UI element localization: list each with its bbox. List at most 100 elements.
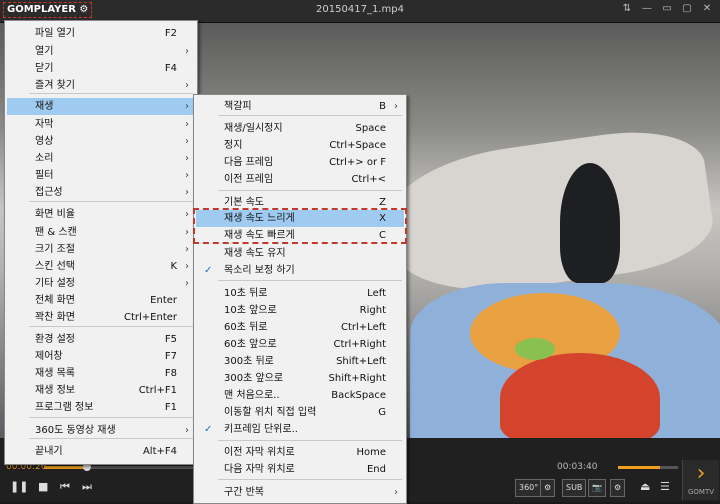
menu-item-label: 전체 화면	[35, 295, 75, 306]
previous-icon[interactable]: ⏮	[60, 480, 70, 494]
play-submenu-item[interactable]: 이전 프레임 Ctrl+<	[196, 171, 404, 188]
menu-item-label: 60초 뒤로	[224, 322, 268, 333]
menu-item-shortcut: Home	[356, 447, 386, 458]
play-submenu-item[interactable]: 10초 앞으로 Right	[196, 302, 404, 319]
menu-item-label: 다음 프레임	[224, 157, 274, 168]
play-submenu-item[interactable]: 책갈피 B ›	[196, 98, 404, 115]
main-menu-item[interactable]: 프로그램 정보 F1	[7, 399, 195, 416]
menu-item-label: 프로그램 정보	[35, 402, 94, 413]
main-menu-item[interactable]: 즐겨 찾기 ›	[7, 77, 195, 94]
menu-separator	[218, 115, 402, 116]
restore-icon[interactable]: ▭	[660, 3, 674, 14]
main-menu-item[interactable]: 꽉찬 화면 Ctrl+Enter	[7, 309, 195, 326]
menu-item-shortcut: End	[366, 464, 386, 475]
menu-item-label: 파일 열기	[35, 28, 75, 39]
menu-item-label: 다음 자막 위치로	[224, 464, 295, 475]
eject-icon[interactable]: ⏏	[640, 480, 650, 493]
main-menu-item[interactable]: 영상 ›	[7, 133, 195, 150]
menu-item-label: 영상	[35, 136, 54, 147]
menu-item-shortcut: F2	[164, 28, 177, 39]
menu-item-label: 팬 & 스캔	[35, 227, 77, 238]
pause-icon[interactable]: ❚❚	[10, 480, 28, 493]
menu-item-shortcut: Ctrl+Space	[329, 140, 386, 151]
settings-icon[interactable]: ⚙	[540, 479, 556, 497]
menu-item-label: 크기 조절	[35, 244, 75, 255]
360-video-button[interactable]: 360°	[515, 479, 543, 497]
menu-separator	[29, 438, 193, 439]
stop-icon[interactable]: ■	[38, 480, 48, 493]
play-submenu-item[interactable]: 300초 앞으로 Shift+Right	[196, 370, 404, 387]
main-menu-item[interactable]: 기타 설정 ›	[7, 275, 195, 292]
menu-item-shortcut: Alt+F4	[142, 446, 177, 457]
main-menu-item[interactable]: 재생 목록 F8	[7, 365, 195, 382]
chevron-right-icon: ›	[185, 187, 189, 198]
menu-item-shortcut: Ctrl+Left	[341, 322, 386, 333]
main-menu-item[interactable]: 스킨 선택 K ›	[7, 258, 195, 275]
play-submenu-item[interactable]: 다음 자막 위치로 End	[196, 461, 404, 478]
main-menu-item[interactable]: 환경 설정 F5	[7, 331, 195, 348]
main-menu-item[interactable]: 크기 조절 ›	[7, 241, 195, 258]
play-submenu-item[interactable]: ✓ 목소리 보정 하기	[196, 262, 404, 279]
play-submenu-item[interactable]: 이전 자막 위치로 Home	[196, 444, 404, 461]
chevron-right-icon: ›	[185, 425, 189, 436]
main-menu-item[interactable]: 제어창 F7	[7, 348, 195, 365]
play-submenu-item[interactable]: 이동할 위치 직접 입력 G	[196, 404, 404, 421]
main-menu-item[interactable]: 화면 비율 ›	[7, 206, 195, 223]
main-menu-item[interactable]: 필터 ›	[7, 167, 195, 184]
menu-separator	[218, 440, 402, 441]
gomtv-label: GOMTV	[687, 488, 715, 496]
play-submenu-item[interactable]: ✓ 키프레임 단위로..	[196, 421, 404, 438]
video-green-spot	[515, 338, 555, 360]
play-submenu-item[interactable]: 300초 뒤로 Shift+Left	[196, 353, 404, 370]
play-submenu-item[interactable]: 재생/일시정지 Space	[196, 120, 404, 137]
play-submenu-item[interactable]: 60초 뒤로 Ctrl+Left	[196, 319, 404, 336]
main-menu-item[interactable]: 재생 정보 Ctrl+F1	[7, 382, 195, 399]
gomtv-button[interactable]: › GOMTV	[682, 460, 719, 500]
menu-item-shortcut: Ctrl+<	[351, 174, 386, 185]
play-submenu-item[interactable]: 60초 앞으로 Ctrl+Right	[196, 336, 404, 353]
menu-item-label: 제어창	[35, 351, 63, 362]
play-submenu-item[interactable]: 구간 반복 ›	[196, 484, 404, 501]
close-icon[interactable]: ✕	[700, 3, 714, 14]
menu-item-label: 목소리 보정 하기	[224, 265, 295, 276]
chevron-right-icon: ›	[185, 244, 189, 255]
play-submenu-item[interactable]: 10초 뒤로 Left	[196, 285, 404, 302]
menu-item-shortcut: Ctrl+Right	[333, 339, 386, 350]
menu-item-label: 10초 앞으로	[224, 305, 277, 316]
main-menu-item[interactable]: 열기 ›	[7, 43, 195, 60]
main-menu-item[interactable]: 자막 ›	[7, 116, 195, 133]
subtitle-button[interactable]: SUB	[562, 479, 587, 497]
chevron-right-icon: ›	[185, 136, 189, 147]
pin-icon[interactable]: ⇅	[620, 3, 634, 14]
chevron-right-icon: ›	[185, 80, 189, 91]
menu-separator	[29, 417, 193, 418]
minimize-icon[interactable]: —	[640, 3, 654, 14]
playlist-icon[interactable]: ☰	[660, 480, 670, 493]
main-menu-item[interactable]: 팬 & 스캔 ›	[7, 224, 195, 241]
menu-item-shortcut: Ctrl+Enter	[123, 312, 177, 323]
play-submenu-item[interactable]: 맨 처음으로.. BackSpace	[196, 387, 404, 404]
main-menu-item[interactable]: 소리 ›	[7, 150, 195, 167]
effects-icon[interactable]: ⚙	[610, 479, 626, 497]
play-submenu-item[interactable]: 정지 Ctrl+Space	[196, 137, 404, 154]
camera-icon[interactable]: 📷	[588, 479, 606, 497]
main-menu-item[interactable]: 끝내기 Alt+F4	[7, 443, 195, 460]
menu-item-label: 키프레임 단위로..	[224, 424, 298, 435]
main-menu-item[interactable]: 재생 ›	[7, 98, 195, 115]
play-submenu-item[interactable]: 재생 속도 유지	[196, 245, 404, 262]
maximize-icon[interactable]: ▢	[680, 3, 694, 14]
main-menu-item[interactable]: 닫기 F4	[7, 60, 195, 77]
main-menu-item[interactable]: 파일 열기 F2	[7, 25, 195, 42]
menu-item-shortcut: Right	[359, 305, 386, 316]
main-menu-item[interactable]: 전체 화면 Enter	[7, 292, 195, 309]
play-submenu-item[interactable]: 다음 프레임 Ctrl+> or F	[196, 154, 404, 171]
menu-item-label: 300초 뒤로	[224, 356, 274, 367]
main-menu-item[interactable]: 360도 동영상 재생 ›	[7, 422, 195, 439]
main-menu-item[interactable]: 접근성 ›	[7, 184, 195, 201]
volume-slider[interactable]	[618, 466, 678, 469]
video-pillow	[381, 121, 719, 305]
menu-item-shortcut: F8	[164, 368, 177, 379]
menu-item-label: 닫기	[35, 63, 54, 74]
menu-item-label: 접근성	[35, 187, 63, 198]
next-icon[interactable]: ⏭	[82, 480, 92, 494]
